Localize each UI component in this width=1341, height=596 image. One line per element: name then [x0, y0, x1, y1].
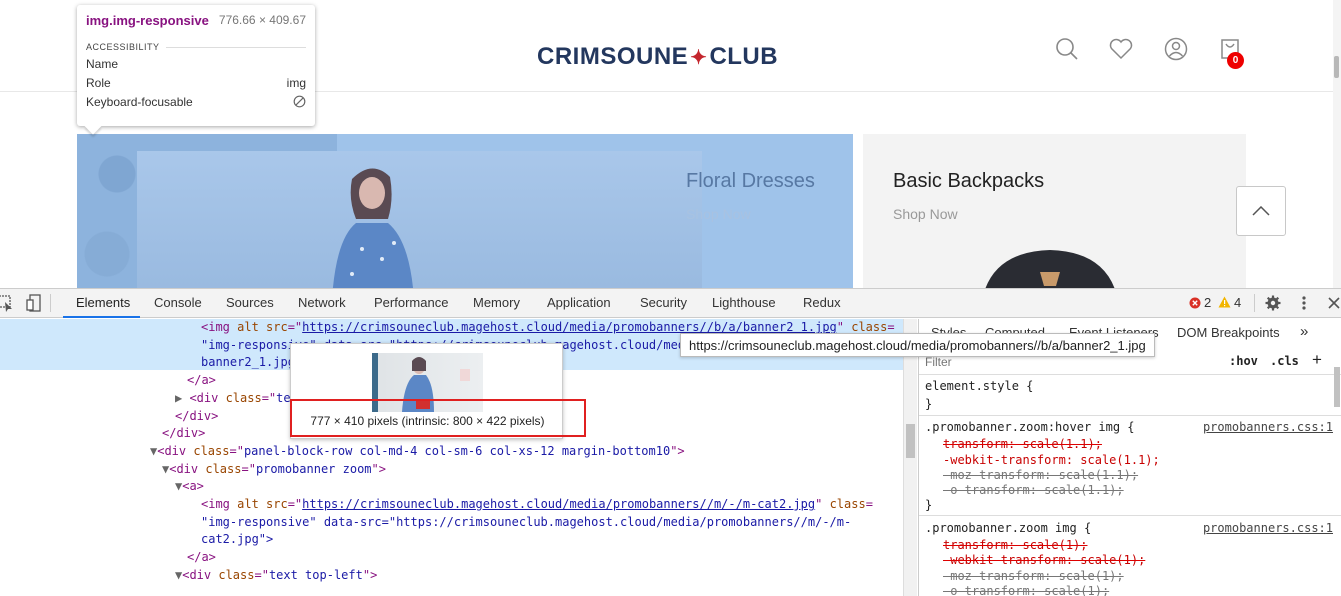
class-toggle[interactable]: .cls: [1270, 354, 1299, 368]
more-tabs-chevron[interactable]: »: [1300, 323, 1308, 340]
rule1-source-link[interactable]: promobanners.css:1: [1203, 420, 1333, 434]
tooltip-size: 776.66 × 409.67: [218, 13, 306, 27]
dom-line[interactable]: </a>: [187, 372, 216, 390]
row-label: Name: [86, 57, 119, 71]
warning-icon[interactable]: [1218, 296, 1231, 308]
error-icon[interactable]: [1189, 297, 1201, 309]
link-url-tooltip: https://crimsouneclub.magehost.cloud/med…: [680, 333, 1155, 357]
tooltip-tag: img.img-responsive: [86, 13, 209, 28]
account-user-icon[interactable]: [1163, 36, 1189, 62]
styles-pane: Styles Computed Event Listeners DOM Brea…: [918, 319, 1341, 596]
tab-dom-breakpoints[interactable]: DOM Breakpoints: [1177, 325, 1280, 340]
tooltip-row-name: Name: [86, 57, 306, 71]
style-prop-overridden[interactable]: transform: scale(1);: [943, 538, 1088, 552]
dom-line[interactable]: banner2_1.jpg: [201, 354, 295, 372]
style-prop-overridden[interactable]: -moz-transform: scale(1);: [943, 569, 1124, 583]
dom-line[interactable]: cat2.jpg">: [201, 531, 273, 549]
banner-title: Floral Dresses: [686, 170, 815, 192]
error-count[interactable]: 2: [1204, 295, 1211, 310]
search-icon[interactable]: [1054, 36, 1080, 62]
tab-console[interactable]: Console: [154, 295, 202, 310]
scroll-to-top-button[interactable]: [1236, 186, 1286, 236]
dom-line[interactable]: ▼<div class="text top-left">: [175, 567, 377, 585]
site-logo[interactable]: CRIMSOUNE ✦ CLUB: [537, 40, 778, 74]
banner-title: Basic Backpacks: [893, 170, 1045, 192]
dom-line[interactable]: ▼<a>: [175, 478, 204, 496]
shop-now-link[interactable]: Shop Now: [686, 206, 751, 222]
dom-line[interactable]: </a>: [187, 549, 216, 567]
style-prop-overridden[interactable]: -webkit-transform: scale(1);: [943, 553, 1145, 567]
rule-close-brace: }: [925, 397, 933, 411]
page-scrollbar[interactable]: [1333, 0, 1341, 288]
row-label: Keyboard-focusable: [86, 95, 193, 109]
not-focusable-icon: [293, 95, 306, 108]
accessibility-heading: ACCESSIBILITY: [86, 42, 306, 52]
rule-close-brace: }: [925, 498, 933, 512]
style-prop-overridden[interactable]: -o-transform: scale(1);: [943, 584, 1109, 596]
tab-network[interactable]: Network: [298, 295, 346, 310]
device-toolbar-icon[interactable]: [26, 294, 42, 312]
model-woman-image: [332, 168, 414, 288]
dom-tag: <a>: [182, 479, 204, 494]
wishlist-heart-icon[interactable]: [1108, 36, 1134, 62]
dom-line[interactable]: </div>: [175, 408, 218, 426]
dom-line[interactable]: ▶ <div class="te: [175, 390, 291, 408]
tab-application[interactable]: Application: [547, 295, 611, 310]
row-value: img: [286, 76, 306, 90]
inspect-element-icon[interactable]: [0, 294, 14, 312]
logo-text-left: CRIMSOUNE: [537, 43, 689, 70]
annotation-highlight-box: [290, 399, 586, 437]
tab-lighthouse[interactable]: Lighthouse: [712, 295, 776, 310]
rule1-selector[interactable]: .promobanner.zoom:hover img {: [925, 420, 1135, 434]
style-prop-overridden[interactable]: -o-transform: scale(1.1);: [943, 483, 1124, 497]
rule2-selector[interactable]: .promobanner.zoom img {: [925, 521, 1091, 535]
settings-gear-icon[interactable]: [1265, 295, 1281, 311]
cart-count-badge: 0: [1227, 52, 1244, 69]
dom-line[interactable]: </div>: [162, 425, 205, 443]
new-style-rule-icon[interactable]: +: [1312, 350, 1322, 370]
more-options-icon[interactable]: [1300, 295, 1308, 311]
styles-scrollbar[interactable]: [1334, 367, 1340, 407]
tab-redux[interactable]: Redux: [803, 295, 841, 310]
dom-scrollbar[interactable]: [903, 319, 917, 596]
tab-memory[interactable]: Memory: [473, 295, 520, 310]
active-tab-indicator: [63, 316, 140, 318]
style-prop[interactable]: -webkit-transform: scale(1.1);: [943, 453, 1160, 467]
tooltip-row-role: Role img: [86, 76, 306, 90]
element-style-selector[interactable]: element.style {: [925, 379, 1033, 393]
shop-now-link[interactable]: Shop Now: [893, 206, 958, 222]
devtools-tab-bar: Elements Console Sources Network Perform…: [0, 289, 1341, 318]
row-label: Role: [86, 76, 111, 90]
dom-line[interactable]: <img alt src="https://crimsouneclub.mage…: [201, 496, 873, 514]
backpack-image: [985, 250, 1115, 288]
hover-state-toggle[interactable]: :hov: [1229, 354, 1258, 368]
logo-mark-icon: ✦: [690, 46, 708, 69]
promo-banner-backpacks[interactable]: Basic Backpacks Shop Now: [863, 134, 1246, 288]
chevron-up-icon: [1252, 206, 1270, 216]
dom-line[interactable]: ▼<div class="panel-block-row col-md-4 co…: [150, 443, 685, 461]
warning-count[interactable]: 4: [1234, 295, 1241, 310]
style-prop-overridden[interactable]: -moz-transform: scale(1.1);: [943, 468, 1138, 482]
tab-elements[interactable]: Elements: [76, 295, 130, 310]
style-prop-overridden[interactable]: transform: scale(1.1);: [943, 437, 1102, 451]
tooltip-row-keyboard-focusable: Keyboard-focusable: [86, 95, 306, 109]
dom-line[interactable]: ▼<div class="promobanner zoom">: [162, 461, 386, 479]
rule2-source-link[interactable]: promobanners.css:1: [1203, 521, 1333, 535]
logo-text-right: CLUB: [709, 43, 779, 70]
tab-sources[interactable]: Sources: [226, 295, 274, 310]
tab-performance[interactable]: Performance: [374, 295, 448, 310]
close-icon[interactable]: [1327, 296, 1341, 310]
inspect-element-tooltip: img.img-responsive 776.66 × 409.67 ACCES…: [77, 5, 315, 135]
dom-line[interactable]: "img-responsive" data-src="https://crims…: [201, 514, 851, 532]
tab-security[interactable]: Security: [640, 295, 687, 310]
promo-banner-floral-dresses[interactable]: Floral Dresses Shop Now: [77, 134, 853, 288]
